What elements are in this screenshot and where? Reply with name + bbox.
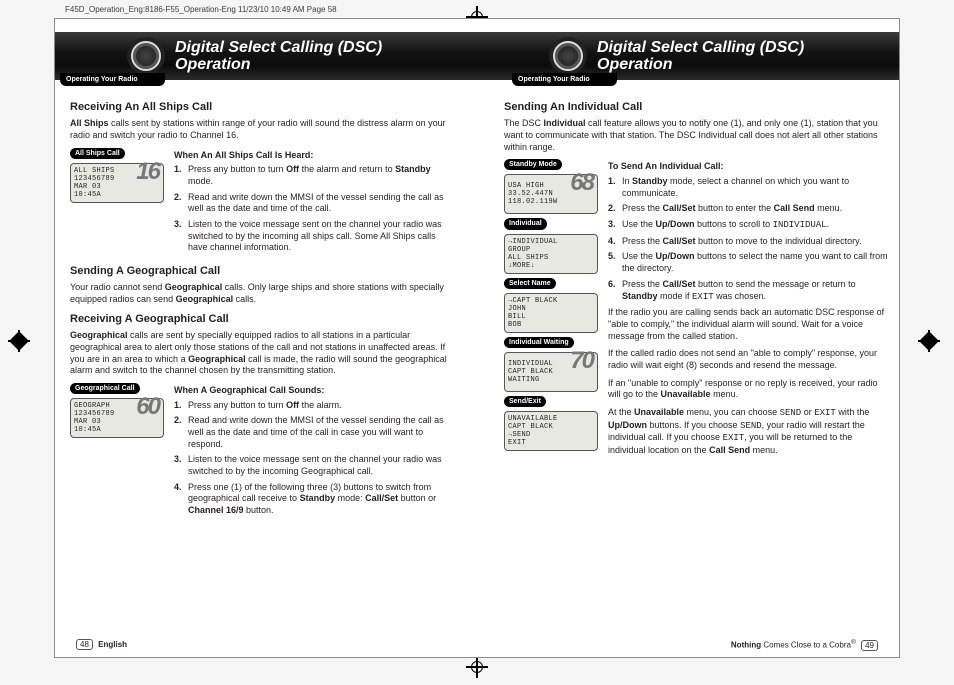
tag-standby-mode: Standby Mode [504,159,562,170]
registration-mark-right [918,330,940,352]
footer-right-text: Comes Close to a Cobra [761,641,851,650]
step: Read and write down the MMSI of the vess… [174,415,456,450]
tag-individual-waiting: Individual Waiting [504,337,574,348]
lcd-standby: USA HIGH 33.52.447N 118.02.119W 68 [504,174,598,214]
lcd-select-name: →CAPT BLACK JOHN BILL BOB [504,293,598,333]
step: In Standby mode, select a channel on whi… [608,176,890,199]
step: Press one (1) of the following three (3)… [174,482,456,517]
heading-receiving-all-ships: Receiving An All Ships Call [70,100,456,114]
page-root: F45D_Operation_Eng:8186-F55_Operation-En… [0,0,954,685]
para: All Ships calls sent by stations within … [70,118,456,141]
lcd-channel-number: 16 [136,168,159,176]
right-column: Sending An Individual Call The DSC Indiv… [504,94,890,624]
step: Press any button to turn Off the alarm a… [174,164,456,187]
lcd-group-all-ships: All Ships Call ALL SHIPS 123456789 MAR 0… [70,148,166,259]
subheading: When An All Ships Call Is Heard: [174,150,456,162]
banner-left-title: Digital Select Calling (DSC)Operation [175,39,382,73]
banner-right-sub: Operating Your Radio [512,73,617,86]
para: The DSC Individual call feature allows y… [504,118,890,153]
lcd-geo: GEOGRAPH 123456789 MAR 03 10:45A 60 [70,398,164,438]
footer-left: 48 English [73,639,127,650]
subheading: To Send An Individual Call: [608,161,890,173]
tag-individual: Individual [504,218,547,229]
steps-individual: To Send An Individual Call: In Standby m… [608,159,890,462]
left-column: Receiving An All Ships Call All Ships ca… [70,94,456,624]
step: Listen to the voice message sent on the … [174,219,456,254]
print-header-line: F45D_Operation_Eng:8186-F55_Operation-En… [65,5,337,14]
lcd-channel-number: 70 [570,357,593,365]
banner-right-title: Digital Select Calling (DSC)Operation [597,39,804,73]
footer-right: Nothing Comes Close to a Cobra® 49 [731,639,881,651]
step: Press the Call/Set button to send the me… [608,279,890,303]
banner-left-sub: Operating Your Radio [60,73,165,86]
para: If an "unable to comply" response or no … [608,378,890,401]
page-number-right: 49 [861,640,878,651]
tag-all-ships-call: All Ships Call [70,148,125,159]
step: Use the Up/Down buttons to scroll to IND… [608,219,890,232]
lcd-individual-menu: →INDIVIDUAL GROUP ALL SHIPS ↓MORE↓ [504,234,598,274]
tag-select-name: Select Name [504,278,556,289]
steps-geo: When A Geographical Call Sounds: Press a… [174,383,456,521]
para: At the Unavailable menu, you can choose … [608,407,890,457]
page-number-left: 48 [76,639,93,650]
lcd-send-exit: UNAVAILABLE CAPT BLACK →SEND EXIT [504,411,598,451]
registration-mark-bottom [466,656,488,678]
lcd-individual-waiting: INDIVIDUAL CAPT BLACK WAITING 70 [504,352,598,392]
para: If the called radio does not send an "ab… [608,348,890,371]
step: Use the Up/Down buttons to select the na… [608,251,890,274]
step: Press the Call/Set button to move to the… [608,236,890,248]
heading-sending-individual: Sending An Individual Call [504,100,890,114]
para: Your radio cannot send Geographical call… [70,282,456,305]
lcd-stack-individual: Standby Mode USA HIGH 33.52.447N 118.02.… [504,159,600,462]
speaker-ring-icon [553,41,583,71]
para: Geographical calls are sent by specially… [70,330,456,377]
lcd-group-geo: Geographical Call GEOGRAPH 123456789 MAR… [70,383,166,521]
columns: Receiving An All Ships Call All Ships ca… [70,94,890,624]
tag-send-exit: Send/Exit [504,396,546,407]
step: Press the Call/Set button to enter the C… [608,203,890,215]
row-geo: Geographical Call GEOGRAPH 123456789 MAR… [70,383,456,521]
subheading: When A Geographical Call Sounds: [174,385,456,397]
row-all-ships: All Ships Call ALL SHIPS 123456789 MAR 0… [70,148,456,259]
row-individual: Standby Mode USA HIGH 33.52.447N 118.02.… [504,159,890,462]
tag-geo-call: Geographical Call [70,383,140,394]
footer-right-sup: ® [851,639,856,646]
step: Press any button to turn Off the alarm. [174,400,456,412]
footer-right-bold: Nothing [731,641,761,650]
heading-receiving-geo: Receiving A Geographical Call [70,312,456,326]
lcd-all-ships: ALL SHIPS 123456789 MAR 03 10:45A 16 [70,163,164,203]
steps-all-ships: When An All Ships Call Is Heard: Press a… [174,148,456,259]
footer-left-text: English [98,640,127,649]
lcd-channel-number: 68 [570,179,593,187]
step: Listen to the voice message sent on the … [174,454,456,477]
banner: Digital Select Calling (DSC)Operation Di… [55,32,899,80]
para: If the radio you are calling sends back … [608,307,890,342]
speaker-ring-icon [131,41,161,71]
lcd-channel-number: 60 [136,403,159,411]
heading-sending-geo: Sending A Geographical Call [70,264,456,278]
registration-mark-left [8,330,30,352]
step: Read and write down the MMSI of the vess… [174,192,456,215]
